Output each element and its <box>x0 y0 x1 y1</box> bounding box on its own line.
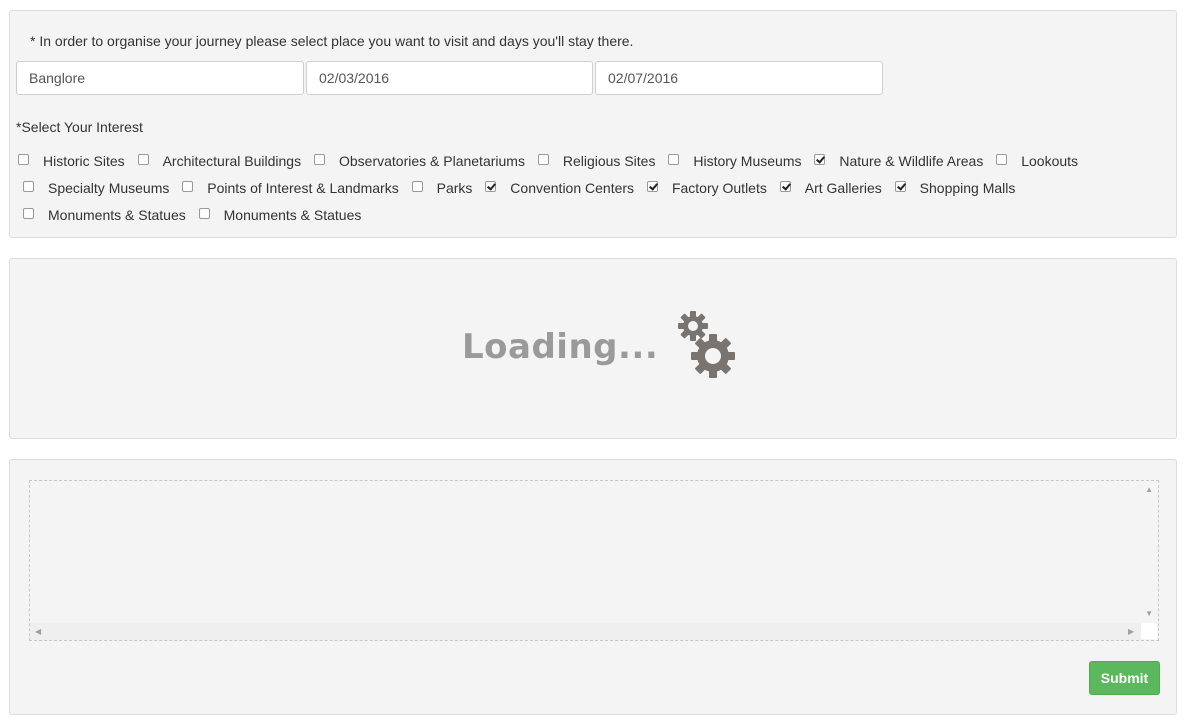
vertical-scrollbar[interactable] <box>1141 481 1158 624</box>
interest-option[interactable]: Parks <box>405 180 475 196</box>
interest-label: Art Galleries <box>804 180 882 196</box>
interest-label: Monuments & Statues <box>48 207 186 223</box>
interest-label: Observatories & Planetariums <box>338 153 525 169</box>
interest-checkbox-list: Historic Sites Architectural Buildings O… <box>16 148 1172 229</box>
interest-checkbox[interactable] <box>23 180 34 192</box>
scroll-left-arrow-icon[interactable]: ◀ <box>35 628 41 636</box>
interest-checkbox[interactable] <box>814 153 826 165</box>
interest-label: Nature & Wildlife Areas <box>839 153 984 169</box>
end-date-input[interactable] <box>595 61 883 95</box>
interest-checkbox[interactable] <box>537 153 549 165</box>
interest-label: Lookouts <box>1021 153 1079 169</box>
scroll-up-arrow-icon[interactable]: ▲ <box>1145 486 1153 494</box>
interest-title: *Select Your Interest <box>16 119 143 135</box>
interest-option[interactable]: Historic Sites <box>16 153 127 169</box>
interest-option[interactable]: History Museums <box>661 153 803 169</box>
scroll-right-arrow-icon[interactable]: ▶ <box>1128 628 1134 636</box>
interest-checkbox[interactable] <box>182 180 194 192</box>
interest-option[interactable]: Monuments & Statues <box>16 207 188 223</box>
interest-label: Points of Interest & Landmarks <box>207 180 399 196</box>
interest-option[interactable]: Specialty Museums <box>16 180 171 196</box>
interest-option[interactable]: Religious Sites <box>531 153 658 169</box>
scrollbar-corner <box>1141 623 1157 639</box>
interest-option[interactable]: Observatories & Planetariums <box>307 153 527 169</box>
interest-label: Specialty Museums <box>48 180 170 196</box>
interest-option[interactable]: Points of Interest & Landmarks <box>175 180 400 196</box>
interest-label: Architectural Buildings <box>162 153 302 169</box>
interest-option[interactable]: Factory Outlets <box>640 180 769 196</box>
interest-label: Historic Sites <box>43 153 125 169</box>
interest-checkbox[interactable] <box>646 180 658 192</box>
loading-text: Loading... <box>462 327 659 367</box>
interest-label: Monuments & Statues <box>223 207 362 223</box>
scroll-down-arrow-icon[interactable]: ▼ <box>1145 610 1153 618</box>
editor-panel: ▲ ▼ ◀ ▶ Submit <box>9 459 1177 715</box>
interest-checkbox[interactable] <box>137 153 149 165</box>
interest-checkbox[interactable] <box>485 180 497 192</box>
interest-label: Convention Centers <box>510 180 635 196</box>
place-input[interactable] <box>16 61 304 95</box>
interest-option[interactable]: Nature & Wildlife Areas <box>807 153 985 169</box>
gears-icon <box>667 307 737 390</box>
interest-option[interactable]: Architectural Buildings <box>131 153 304 169</box>
interest-label: Parks <box>436 180 473 196</box>
interest-checkbox[interactable] <box>996 153 1008 165</box>
interest-label: Shopping Malls <box>919 180 1016 196</box>
interest-checkbox[interactable] <box>668 153 680 165</box>
interest-option[interactable]: Art Galleries <box>773 180 884 196</box>
text-area[interactable]: ▲ ▼ ◀ ▶ <box>29 480 1159 641</box>
loading-indicator: Loading... <box>462 307 742 387</box>
submit-button[interactable]: Submit <box>1089 661 1160 695</box>
interest-checkbox[interactable] <box>894 180 906 192</box>
interest-checkbox[interactable] <box>313 153 325 165</box>
interest-label: Religious Sites <box>562 153 656 169</box>
interest-option[interactable]: Convention Centers <box>478 180 636 196</box>
interest-option[interactable]: Monuments & Statues <box>192 207 364 223</box>
start-date-input[interactable] <box>306 61 593 95</box>
interest-option[interactable]: Lookouts <box>989 153 1080 169</box>
interest-label: History Museums <box>693 153 802 169</box>
horizontal-scrollbar[interactable] <box>30 623 1141 640</box>
loading-panel: Loading... <box>9 258 1177 439</box>
interest-checkbox[interactable] <box>779 180 791 192</box>
interest-label: Factory Outlets <box>671 180 767 196</box>
interest-checkbox[interactable] <box>23 207 34 219</box>
interest-checkbox[interactable] <box>198 207 210 219</box>
interest-option[interactable]: Shopping Malls <box>888 180 1018 196</box>
instruction-text: * In order to organise your journey plea… <box>30 33 634 49</box>
journey-form-panel: * In order to organise your journey plea… <box>9 10 1177 238</box>
interest-checkbox[interactable] <box>411 180 423 192</box>
interest-checkbox[interactable] <box>18 153 29 165</box>
